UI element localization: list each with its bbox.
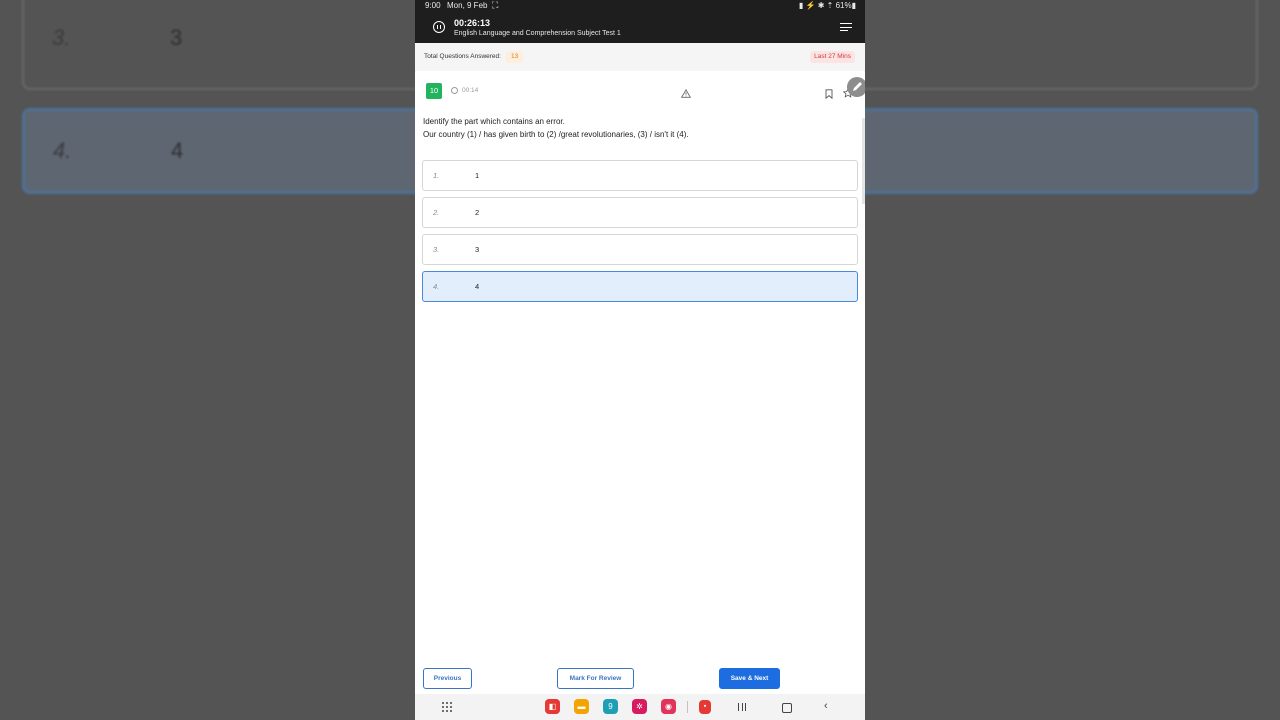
option-number: 2. <box>433 208 440 217</box>
calendar-app-icon[interactable]: 9 <box>603 699 618 714</box>
back-icon[interactable]: ‹ <box>824 701 828 712</box>
clock-icon <box>451 87 458 94</box>
option-1[interactable]: 1. 1 <box>422 160 858 191</box>
answered-summary-bar: Total Questions Answered: 13 Last 27 Min… <box>415 43 865 71</box>
scrollbar[interactable] <box>862 118 865 204</box>
mark-for-review-button[interactable]: Mark For Review <box>557 668 634 689</box>
save-next-button[interactable]: Save & Next <box>719 668 780 689</box>
option-4[interactable]: 4. 4 <box>422 271 858 302</box>
option-label: 1 <box>475 171 480 180</box>
app-drawer-icon[interactable] <box>442 702 452 712</box>
option-label: 3 <box>475 245 480 254</box>
status-indicators: ▮ ⚡ ✱ ⇡ 61%▮ <box>798 1 856 10</box>
status-bar: 9:00 Mon, 9 Feb ⛶ ▮ ⚡ ✱ ⇡ 61%▮ <box>415 0 865 12</box>
question-elapsed-time: 00:14 <box>462 87 479 94</box>
status-date: Mon, 9 Feb <box>447 1 488 10</box>
scan-icon: ⛶ <box>492 0 499 10</box>
test-timer: 00:26:13 <box>454 18 491 28</box>
option-label: 2 <box>475 208 480 217</box>
status-time: 9:00 <box>425 1 441 10</box>
recents-icon[interactable] <box>738 703 747 711</box>
option-number: 4. <box>433 282 440 291</box>
answered-label: Total Questions Answered: <box>424 53 501 60</box>
flipboard-app-icon[interactable]: ◧ <box>545 699 560 714</box>
pen-icon[interactable] <box>847 77 865 97</box>
question-sentence: Our country (1) / has given birth to (2)… <box>423 130 689 139</box>
warning-icon[interactable] <box>680 85 692 103</box>
option-2[interactable]: 2. 2 <box>422 197 858 228</box>
recent-app-icon[interactable]: ▪ <box>699 700 711 714</box>
bookmark-icon[interactable] <box>825 86 833 104</box>
option-number: 1. <box>433 171 440 180</box>
camera-app-icon[interactable]: ◉ <box>661 699 676 714</box>
background-option-value: 4 <box>171 138 184 163</box>
answered-count-badge: 13 <box>506 51 524 63</box>
menu-icon[interactable] <box>840 23 852 32</box>
option-3[interactable]: 3. 3 <box>422 234 858 265</box>
bixby-app-icon[interactable]: ✲ <box>632 699 647 714</box>
background-option-value: 3 <box>170 25 183 50</box>
home-icon[interactable] <box>782 703 792 713</box>
last-mins-badge: Last 27 Mins <box>810 51 855 63</box>
question-text: Identify the part which contains an erro… <box>423 115 853 141</box>
background-option-number: 4. <box>53 138 72 163</box>
background-option-number: 3. <box>52 25 71 50</box>
dock-divider <box>687 701 688 713</box>
pause-icon[interactable] <box>433 21 445 33</box>
test-header: 00:26:13 English Language and Comprehens… <box>415 12 865 43</box>
system-nav-bar: ◧ ▬ 9 ✲ ◉ ▪ ‹ <box>415 694 865 720</box>
previous-button[interactable]: Previous <box>423 668 472 689</box>
option-label: 4 <box>475 282 480 291</box>
test-screen: 9:00 Mon, 9 Feb ⛶ ▮ ⚡ ✱ ⇡ 61%▮ 00:26:13 … <box>415 0 865 720</box>
question-instruction: Identify the part which contains an erro… <box>423 117 565 126</box>
option-number: 3. <box>433 245 440 254</box>
files-app-icon[interactable]: ▬ <box>574 699 589 714</box>
question-number-badge: 10 <box>426 83 442 99</box>
test-name: English Language and Comprehension Subje… <box>454 30 621 37</box>
